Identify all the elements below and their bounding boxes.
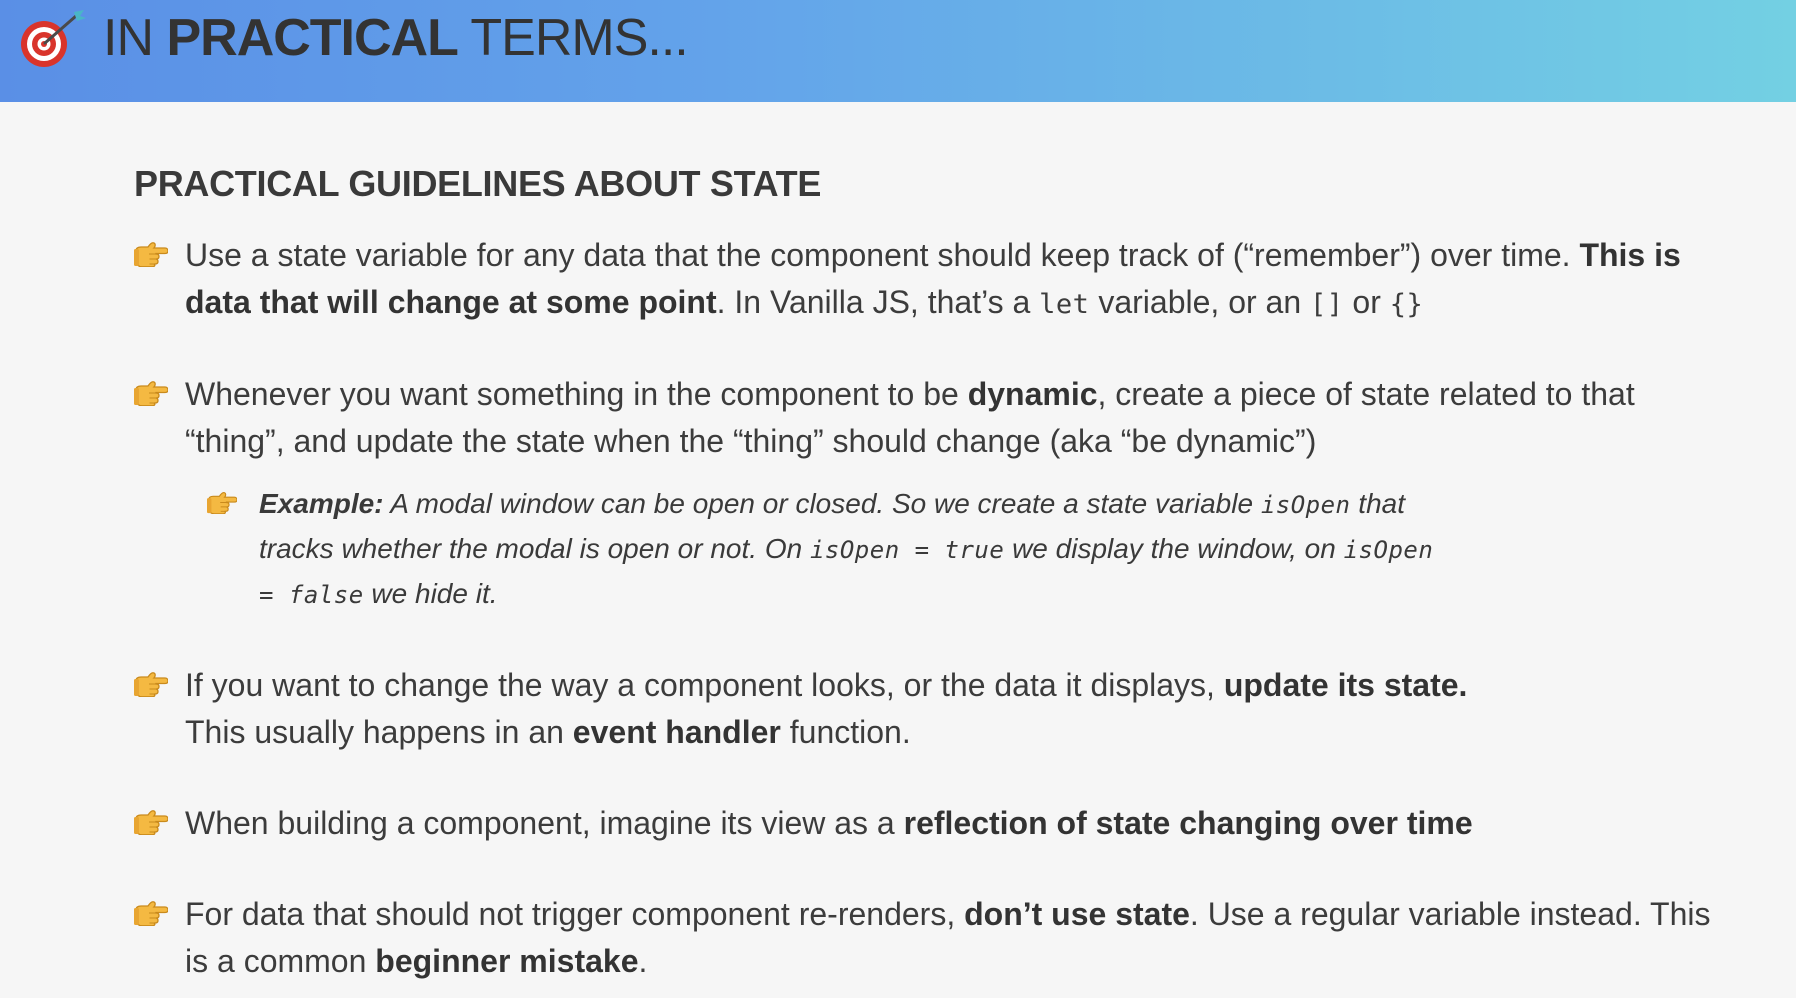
guidelines-content: PRACTICAL GUIDELINES ABOUT STATE Use a s…	[134, 160, 1734, 985]
pointing-hand-icon	[134, 901, 168, 926]
pointing-hand-icon	[134, 810, 168, 835]
bullet-item: Whenever you want something in the compo…	[134, 371, 1734, 465]
pointing-hand-icon	[207, 491, 237, 514]
pointing-hand-icon	[134, 672, 168, 697]
pointing-hand-icon	[134, 381, 168, 406]
target-dart-icon	[21, 10, 86, 67]
bullet-item: If you want to change the way a componen…	[134, 662, 1734, 756]
example-sub-bullet: Example: A modal window can be open or c…	[134, 482, 1459, 617]
section-heading: PRACTICAL GUIDELINES ABOUT STATE	[134, 163, 822, 204]
bullet-item: When building a component, imagine its v…	[134, 800, 1734, 847]
pointing-hand-icon	[134, 242, 168, 267]
header-banner: IN PRACTICAL TERMS...	[0, 0, 1796, 102]
bullet-item: Use a state variable for any data that t…	[134, 232, 1734, 328]
bullet-item: For data that should not trigger compone…	[134, 891, 1734, 985]
page-title: IN PRACTICAL TERMS...	[103, 9, 689, 67]
